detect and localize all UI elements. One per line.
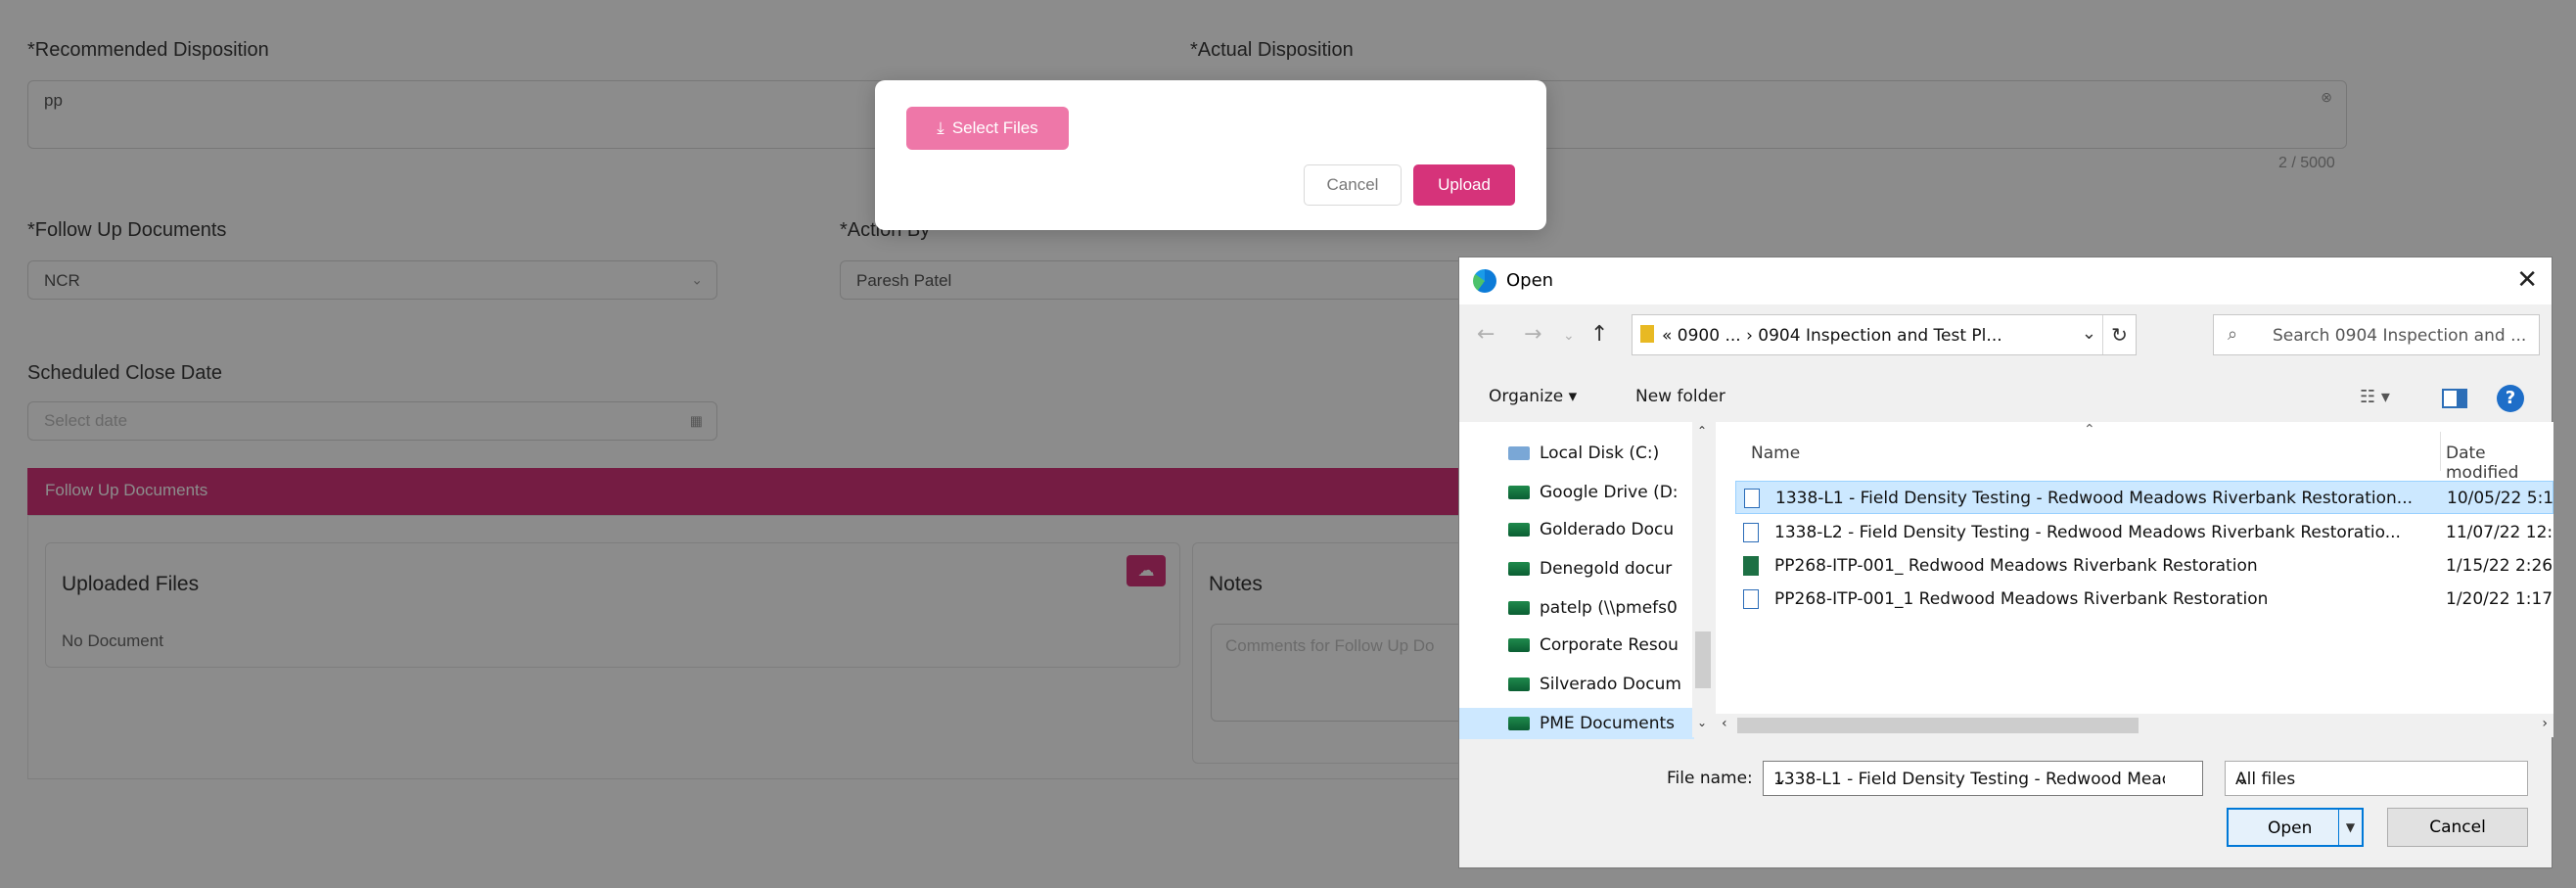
search-icon: ⌕ [2228, 324, 2238, 345]
dialog-title: Open [1506, 270, 1554, 291]
nav-item-golderado[interactable]: Golderado Docu [1508, 520, 1694, 539]
upload-modal: ⤓ Select Files Cancel Upload [875, 80, 1546, 230]
column-header-date[interactable]: Date modified [2446, 444, 2553, 483]
horizontal-scrollbar[interactable]: ‹ › [1716, 714, 2553, 737]
organize-menu[interactable]: Organize ▾ [1489, 387, 1577, 406]
network-drive-icon [1508, 601, 1530, 615]
scroll-right-icon[interactable]: › [2542, 716, 2548, 731]
chevron-down-icon[interactable]: ⌄ [2082, 323, 2096, 344]
close-icon[interactable]: ✕ [2516, 265, 2538, 295]
back-arrow-icon[interactable]: ← [1477, 322, 1495, 347]
sort-up-icon: ⌃ [2084, 422, 2095, 438]
preview-pane-icon[interactable] [2442, 389, 2467, 408]
nav-item-label: Denegold docur [1540, 559, 1673, 579]
open-file-dialog: Open ✕ ← → ⌄ ↑ « 0900 ... › 0904 Inspect… [1458, 257, 2553, 868]
file-row[interactable]: 1338-L2 - Field Density Testing - Redwoo… [1735, 516, 2553, 549]
dialog-toolbar: Organize ▾ New folder ☷ ▾ ? [1459, 375, 2552, 424]
file-type-select[interactable]: All files ⌄ [2225, 761, 2528, 796]
edge-browser-icon [1473, 269, 1496, 293]
network-drive-icon [1508, 523, 1530, 537]
file-list-pane: ⌃ Name Date modified 1338-L1 - Field Den… [1716, 422, 2553, 737]
file-row[interactable]: 1338-L1 - Field Density Testing - Redwoo… [1735, 481, 2553, 514]
network-drive-icon [1508, 486, 1530, 499]
nav-item-label: Silverado Docum [1540, 675, 1681, 694]
chevron-down-icon[interactable]: ⌄ [1773, 770, 2165, 789]
file-name: 1338-L1 - Field Density Testing - Redwoo… [1775, 489, 2413, 508]
drive-icon [1508, 446, 1530, 460]
dialog-title-bar: Open ✕ [1459, 257, 2552, 304]
file-date: 11/07/22 12:50 [2446, 523, 2553, 542]
nav-item-label: Local Disk (C:) [1540, 444, 1660, 463]
nav-item-pme-documents[interactable]: PME Documents [1459, 708, 1694, 739]
search-box[interactable]: ⌕ Search 0904 Inspection and ... [2213, 314, 2540, 355]
file-name: PP268-ITP-001_1 Redwood Meadows Riverban… [1774, 589, 2269, 609]
excel-document-icon [1743, 556, 1759, 576]
select-files-label: Select Files [951, 118, 1038, 137]
download-icon: ⤓ [937, 118, 944, 137]
file-date: 1/15/22 2:26 P [2446, 556, 2553, 576]
file-date: 1/20/22 1:17 P [2446, 589, 2553, 609]
file-name-input[interactable]: 1338-L1 - Field Density Testing - Redwoo… [1763, 761, 2203, 796]
navigation-scrollbar[interactable]: ⌃ ⌄ [1692, 422, 1714, 737]
nav-item-label: Google Drive (D: [1540, 483, 1679, 502]
word-document-icon [1743, 589, 1759, 609]
nav-item-label: patelp (\\pmefs0 [1540, 598, 1678, 618]
nav-item-local-disk[interactable]: Local Disk (C:) [1508, 444, 1694, 463]
folder-icon [1640, 325, 1654, 343]
open-label: Open [2268, 818, 2313, 838]
file-name-label: File name: [1667, 769, 1753, 788]
scrollbar-thumb[interactable] [1737, 718, 2139, 733]
address-path: « 0900 ... › 0904 Inspection and Test Pl… [1662, 326, 2002, 346]
navigation-pane: Local Disk (C:) Google Drive (D: Goldera… [1459, 422, 1710, 739]
help-icon[interactable]: ? [2497, 385, 2524, 412]
nav-item-label: PME Documents [1540, 714, 1675, 733]
refresh-icon[interactable]: ↻ [2102, 315, 2136, 354]
forward-arrow-icon[interactable]: → [1524, 322, 1541, 347]
file-name: PP268-ITP-001_ Redwood Meadows Riverbank… [1774, 556, 2258, 576]
word-document-icon [1743, 523, 1759, 542]
column-divider[interactable] [2440, 432, 2441, 471]
chevron-down-icon: ⌄ [2235, 770, 2250, 789]
select-files-button[interactable]: ⤓ Select Files [906, 107, 1069, 150]
open-split-dropdown-icon[interactable]: ▼ [2338, 810, 2362, 845]
nav-item-google-drive[interactable]: Google Drive (D: [1508, 483, 1694, 502]
scroll-left-icon[interactable]: ‹ [1722, 716, 1727, 731]
open-button[interactable]: Open ▼ [2227, 808, 2364, 847]
up-arrow-icon[interactable]: ↑ [1590, 322, 1608, 347]
nav-item-denegold[interactable]: Denegold docur [1508, 559, 1694, 579]
scroll-up-icon[interactable]: ⌃ [1697, 424, 1707, 438]
nav-item-label: Golderado Docu [1540, 520, 1675, 539]
nav-item-patelp[interactable]: patelp (\\pmefs0 [1508, 598, 1694, 618]
recent-chevron-icon[interactable]: ⌄ [1563, 328, 1575, 344]
nav-item-silverado[interactable]: Silverado Docum [1508, 675, 1694, 694]
nav-item-label: Corporate Resou [1540, 635, 1679, 655]
nav-item-corporate[interactable]: Corporate Resou [1508, 635, 1694, 655]
network-drive-icon [1508, 678, 1530, 691]
file-date: 10/05/22 5:17 [2447, 489, 2553, 508]
file-name: 1338-L2 - Field Density Testing - Redwoo… [1774, 523, 2401, 542]
upload-button[interactable]: Upload [1413, 164, 1515, 206]
address-bar[interactable]: « 0900 ... › 0904 Inspection and Test Pl… [1632, 314, 2137, 355]
search-placeholder: Search 0904 Inspection and ... [2273, 326, 2527, 346]
scrollbar-thumb[interactable] [1695, 631, 1711, 688]
cancel-button[interactable]: Cancel [1304, 164, 1402, 206]
dialog-cancel-button[interactable]: Cancel [2387, 808, 2528, 847]
word-document-icon [1744, 489, 1760, 508]
file-row[interactable]: PP268-ITP-001_ Redwood Meadows Riverbank… [1735, 549, 2553, 583]
scroll-down-icon[interactable]: ⌄ [1697, 716, 1707, 729]
network-drive-icon [1508, 562, 1530, 576]
file-row[interactable]: PP268-ITP-001_1 Redwood Meadows Riverban… [1735, 583, 2553, 616]
new-folder-button[interactable]: New folder [1635, 387, 1725, 406]
view-options-icon[interactable]: ☷ ▾ [2360, 387, 2390, 407]
network-drive-icon [1508, 638, 1530, 652]
column-header-name[interactable]: Name [1751, 444, 1800, 463]
network-drive-icon [1508, 717, 1530, 730]
